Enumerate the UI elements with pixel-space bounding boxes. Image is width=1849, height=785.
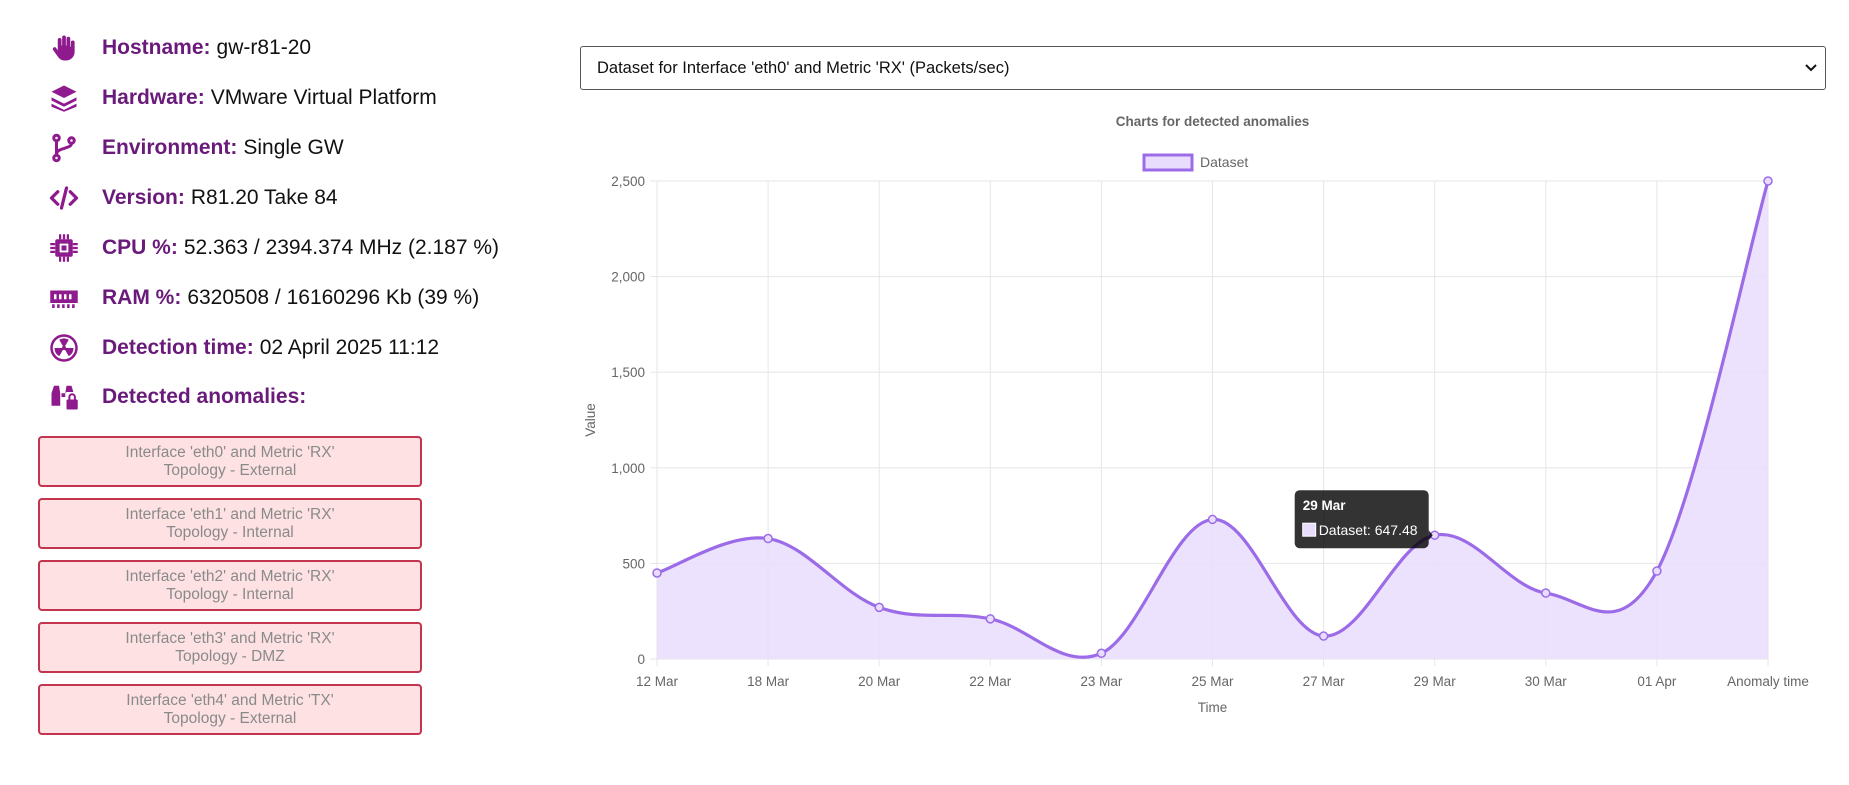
x-tick-label: 22 Mar: [969, 674, 1012, 689]
anomaly-item-eth3[interactable]: Interface 'eth3' and Metric 'RX' Topolog…: [38, 622, 422, 673]
environment-row: Environment: Single GW: [48, 128, 344, 168]
hostname-row: Hostname: gw-r81-20: [48, 28, 311, 68]
x-tick-label: 30 Mar: [1525, 674, 1568, 689]
hostname-label: Hostname:: [102, 36, 211, 59]
anomaly-item-title: Interface 'eth1' and Metric 'RX': [125, 505, 335, 523]
anomaly-item-topology: Topology - Internal: [166, 523, 294, 541]
y-tick-label: 500: [622, 556, 645, 571]
anomaly-item-title: Interface 'eth3' and Metric 'RX': [125, 629, 335, 647]
y-axis-title: Value: [583, 403, 598, 437]
memory-icon: [48, 282, 80, 314]
data-point: [1652, 566, 1662, 576]
tooltip-label: Dataset: 647.48: [1319, 522, 1418, 538]
anomaly-item-eth4[interactable]: Interface 'eth4' and Metric 'TX' Topolog…: [38, 684, 422, 735]
data-point: [1096, 648, 1107, 659]
y-tick-label: 0: [637, 652, 645, 667]
tooltip-caret: [1428, 530, 1433, 541]
x-axis-title: Time: [1198, 700, 1228, 715]
cpu-label: CPU %:: [102, 236, 178, 259]
y-tick-label: 2,000: [611, 270, 645, 285]
y-tick-label: 2,500: [611, 174, 645, 189]
anomaly-item-eth1[interactable]: Interface 'eth1' and Metric 'RX' Topolog…: [38, 498, 422, 549]
data-point: [874, 602, 884, 613]
ram-label: RAM %:: [102, 286, 182, 309]
detected-anomalies-label: Detected anomalies:: [102, 385, 307, 408]
y-tick-label: 1,000: [611, 461, 645, 476]
x-tick-label: 25 Mar: [1191, 674, 1234, 689]
anomaly-item-topology: Topology - External: [163, 709, 297, 727]
tooltip-title: 29 Mar: [1303, 498, 1347, 513]
data-point: [652, 568, 662, 578]
ram-value: 6320508 / 16160296 Kb (39 %): [187, 286, 480, 309]
hardware-row: Hardware: VMware Virtual Platform: [48, 78, 437, 118]
series-line: [656, 180, 1770, 659]
data-point: [1541, 588, 1551, 598]
radiation-icon: [48, 332, 80, 364]
chart-title: Charts for detected anomalies: [1116, 114, 1310, 129]
data-point: [1207, 514, 1218, 525]
x-tick-label: Anomaly time: [1727, 674, 1809, 689]
anomaly-item-eth0[interactable]: Interface 'eth0' and Metric 'RX' Topolog…: [38, 436, 422, 487]
data-point: [985, 614, 996, 624]
environment-label: Environment:: [102, 136, 238, 159]
cpu-row: CPU %: 52.363 / 2394.374 MHz (2.187 %): [48, 228, 499, 268]
detected-anomalies-row: Detected anomalies:: [48, 377, 312, 417]
dataset-select-value: Dataset for Interface 'eth0' and Metric …: [597, 58, 1010, 77]
data-point: [1318, 631, 1329, 641]
anomaly-item-title: Interface 'eth0' and Metric 'RX': [125, 443, 335, 461]
version-row: Version: R81.20 Take 84: [48, 178, 338, 218]
code-icon: [48, 182, 80, 214]
tooltip-swatch: [1302, 522, 1317, 537]
x-tick-label: 23 Mar: [1080, 674, 1123, 689]
x-tick-label: 20 Mar: [858, 674, 901, 689]
hostname-value: gw-r81-20: [216, 36, 312, 59]
anomaly-item-topology: Topology - External: [163, 461, 297, 479]
data-point: [1763, 176, 1773, 186]
environment-value: Single GW: [243, 136, 344, 159]
chevron-down-icon: [1803, 59, 1819, 75]
anomaly-item-title: Interface 'eth4' and Metric 'TX': [126, 691, 334, 709]
data-point: [763, 533, 773, 544]
layers-icon: [48, 82, 80, 114]
hardware-label: Hardware:: [102, 86, 205, 109]
x-tick-label: 12 Mar: [636, 674, 679, 689]
detection-time-label: Detection time:: [102, 336, 254, 359]
series-area: [657, 181, 1768, 659]
hand-icon: [48, 32, 80, 64]
anomaly-item-topology: Topology - Internal: [166, 585, 294, 603]
legend-label: Dataset: [1200, 154, 1248, 170]
cpu-value: 52.363 / 2394.374 MHz (2.187 %): [183, 236, 500, 259]
detection-time-row: Detection time: 02 April 2025 11:12: [48, 328, 439, 368]
version-label: Version:: [102, 186, 185, 209]
anomaly-item-eth2[interactable]: Interface 'eth2' and Metric 'RX' Topolog…: [38, 560, 422, 611]
x-tick-label: 27 Mar: [1303, 674, 1346, 689]
cpu-icon: [48, 232, 80, 264]
legend-swatch: [1142, 153, 1194, 172]
tooltip-box: [1294, 490, 1429, 549]
ram-row: RAM %: 6320508 / 16160296 Kb (39 %): [48, 278, 479, 318]
detection-time-value: 02 April 2025 11:12: [259, 336, 440, 359]
x-tick-label: 18 Mar: [747, 674, 790, 689]
branch-icon: [48, 132, 80, 164]
x-tick-label: 01 Apr: [1637, 674, 1677, 689]
x-tick-label: 29 Mar: [1414, 674, 1457, 689]
hardware-value: VMware Virtual Platform: [210, 86, 437, 109]
version-value: R81.20 Take 84: [190, 186, 338, 209]
data-point: [1429, 530, 1440, 540]
y-tick-label: 1,500: [611, 365, 645, 380]
binoculars-lock-icon: [48, 381, 80, 413]
dataset-select[interactable]: Dataset for Interface 'eth0' and Metric …: [580, 46, 1826, 90]
anomaly-item-title: Interface 'eth2' and Metric 'RX': [125, 567, 335, 585]
anomaly-item-topology: Topology - DMZ: [175, 647, 285, 665]
